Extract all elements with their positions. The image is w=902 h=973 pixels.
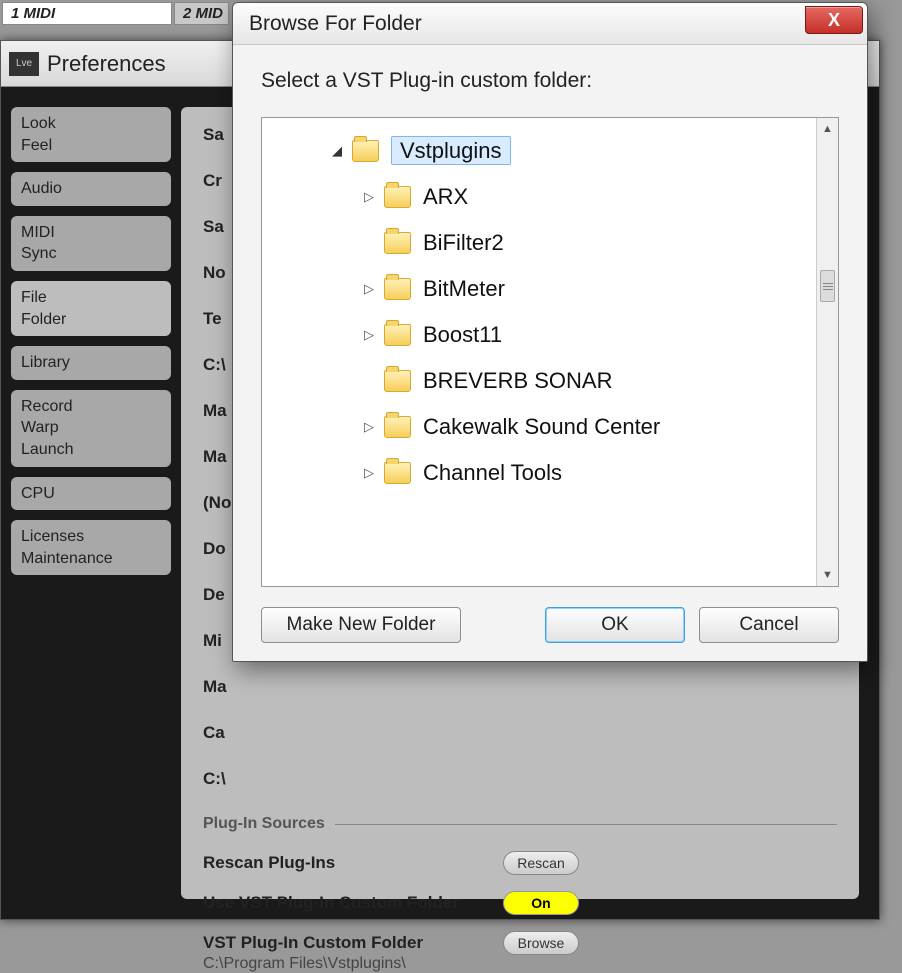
sidebar-item-label: Library bbox=[21, 352, 161, 374]
sidebar-item-label: File bbox=[21, 287, 161, 309]
folder-icon bbox=[384, 462, 411, 484]
sidebar-item-label: CPU bbox=[21, 483, 161, 505]
folder-item-breverb-sonar[interactable]: BREVERB SONAR bbox=[268, 358, 810, 404]
close-icon: X bbox=[828, 10, 840, 31]
sidebar-item-label: Sync bbox=[21, 243, 161, 265]
folder-tree: ◢ Vstplugins ▷ ARX BiFilter2 ▷ BitMeter ▷ Boost1… bbox=[261, 117, 839, 587]
tab-midi-1[interactable]: 1 MIDI bbox=[2, 2, 172, 25]
folder-icon bbox=[384, 278, 411, 300]
make-new-folder-button[interactable]: Make New Folder bbox=[261, 607, 461, 643]
content-fragment: Ma bbox=[203, 677, 837, 697]
scroll-track[interactable] bbox=[817, 140, 838, 564]
expand-icon[interactable]: ▷ bbox=[360, 326, 378, 344]
preferences-sidebar: LookFeel Audio MIDISync FileFolder Library Re… bbox=[1, 87, 181, 919]
sidebar-item-label: Record bbox=[21, 396, 161, 418]
folder-label: ARX bbox=[423, 184, 468, 210]
dialog-title: Browse For Folder bbox=[249, 12, 422, 36]
expand-icon[interactable]: ▷ bbox=[360, 280, 378, 298]
folder-label: Channel Tools bbox=[423, 460, 562, 486]
folder-item-bitmeter[interactable]: ▷ BitMeter bbox=[268, 266, 810, 312]
sidebar-item-label: Warp bbox=[21, 417, 161, 439]
sidebar-item-label: MIDI bbox=[21, 222, 161, 244]
folder-item-channel-tools[interactable]: ▷ Channel Tools bbox=[268, 450, 810, 496]
expand-icon[interactable]: ▷ bbox=[360, 464, 378, 482]
sidebar-item-library[interactable]: Library bbox=[11, 346, 171, 380]
rescan-button[interactable]: Rescan bbox=[503, 851, 579, 875]
expand-icon bbox=[360, 372, 378, 390]
folder-item-cakewalk-sound-center[interactable]: ▷ Cakewalk Sound Center bbox=[268, 404, 810, 450]
label-use-vst-custom-folder: Use VST Plug-In Custom Folder bbox=[203, 893, 503, 913]
collapse-icon[interactable]: ◢ bbox=[328, 142, 346, 160]
scroll-thumb[interactable] bbox=[820, 270, 835, 302]
browse-vst-folder-button[interactable]: Browse bbox=[503, 931, 579, 955]
folder-label: BiFilter2 bbox=[423, 230, 504, 256]
folder-item-bifilter2[interactable]: BiFilter2 bbox=[268, 220, 810, 266]
app-logo-icon: Lve bbox=[9, 52, 39, 76]
close-button[interactable]: X bbox=[805, 6, 863, 34]
folder-item-arx[interactable]: ▷ ARX bbox=[268, 174, 810, 220]
folder-label: Cakewalk Sound Center bbox=[423, 414, 660, 440]
sidebar-item-record[interactable]: RecordWarpLaunch bbox=[11, 390, 171, 467]
sidebar-item-label: Look bbox=[21, 113, 161, 135]
label-rescan-plugins: Rescan Plug-Ins bbox=[203, 853, 503, 873]
folder-label: Vstplugins bbox=[391, 138, 511, 164]
section-plugin-sources: Plug-In Sources bbox=[203, 815, 837, 833]
expand-icon[interactable]: ▷ bbox=[360, 418, 378, 436]
vst-custom-folder-path: C:\Program Files\Vstplugins\ bbox=[203, 955, 837, 973]
folder-icon bbox=[352, 140, 379, 162]
expand-icon bbox=[360, 234, 378, 252]
folder-icon bbox=[384, 232, 411, 254]
sidebar-item-label: Maintenance bbox=[21, 548, 161, 570]
preferences-title: Preferences bbox=[47, 51, 166, 77]
folder-label: BREVERB SONAR bbox=[423, 368, 613, 394]
expand-icon[interactable]: ▷ bbox=[360, 188, 378, 206]
folder-item-boost11[interactable]: ▷ Boost11 bbox=[268, 312, 810, 358]
sidebar-item-cpu[interactable]: CPU bbox=[11, 477, 171, 511]
sidebar-item-label: Licenses bbox=[21, 526, 161, 548]
dialog-titlebar[interactable]: Browse For Folder X bbox=[233, 3, 867, 45]
content-fragment: Ca bbox=[203, 723, 837, 743]
sidebar-item-file[interactable]: FileFolder bbox=[11, 281, 171, 336]
sidebar-item-licenses[interactable]: LicensesMaintenance bbox=[11, 520, 171, 575]
scrollbar[interactable]: ▲ ▼ bbox=[816, 118, 838, 586]
sidebar-item-label: Folder bbox=[21, 309, 161, 331]
content-fragment: C:\ bbox=[203, 769, 837, 789]
dialog-instruction: Select a VST Plug-in custom folder: bbox=[261, 69, 839, 93]
scroll-up-button[interactable]: ▲ bbox=[817, 118, 838, 140]
label-vst-custom-folder: VST Plug-In Custom Folder bbox=[203, 933, 503, 953]
sidebar-item-audio[interactable]: Audio bbox=[11, 172, 171, 206]
scroll-down-button[interactable]: ▼ bbox=[817, 564, 838, 586]
use-vst-custom-folder-toggle[interactable]: On bbox=[503, 891, 579, 915]
folder-icon bbox=[384, 324, 411, 346]
sidebar-item-look[interactable]: LookFeel bbox=[11, 107, 171, 162]
tab-midi-2[interactable]: 2 MID bbox=[174, 2, 229, 25]
folder-label: BitMeter bbox=[423, 276, 505, 302]
sidebar-item-label: Feel bbox=[21, 135, 161, 157]
folder-label: Boost11 bbox=[423, 322, 502, 348]
folder-item-vstplugins[interactable]: ◢ Vstplugins bbox=[268, 128, 810, 174]
sidebar-item-label: Launch bbox=[21, 439, 161, 461]
ok-button[interactable]: OK bbox=[545, 607, 685, 643]
folder-icon bbox=[384, 370, 411, 392]
sidebar-item-label: Audio bbox=[21, 178, 161, 200]
folder-icon bbox=[384, 416, 411, 438]
cancel-button[interactable]: Cancel bbox=[699, 607, 839, 643]
folder-icon bbox=[384, 186, 411, 208]
sidebar-item-midi[interactable]: MIDISync bbox=[11, 216, 171, 271]
browse-folder-dialog: Browse For Folder X Select a VST Plug-in… bbox=[232, 2, 868, 662]
